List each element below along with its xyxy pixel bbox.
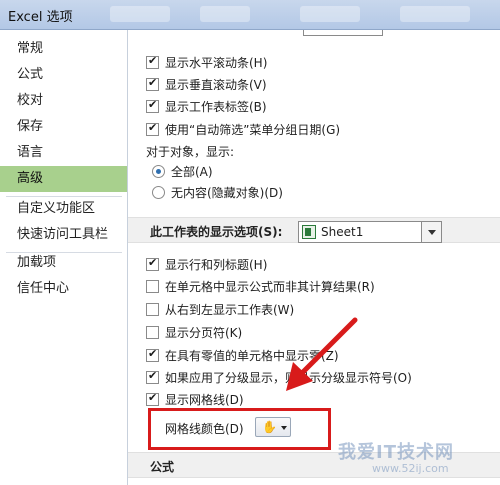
titlebar-blur xyxy=(300,6,360,22)
nav-item-proofing[interactable]: 校对 xyxy=(0,88,127,114)
show-v-scroll-checkbox[interactable] xyxy=(146,76,159,91)
show-formulas-checkbox[interactable] xyxy=(146,279,159,293)
nav-item-general[interactable]: 常规 xyxy=(0,36,127,62)
show-sheet-tabs-label: 显示工作表标签(B) xyxy=(165,99,267,114)
partial-control xyxy=(303,30,383,36)
objects-none-option[interactable]: 无内容(隐藏对象)(D) xyxy=(152,183,283,201)
titlebar-blur xyxy=(110,6,170,22)
show-h-scroll-label: 显示水平滚动条(H) xyxy=(165,55,268,70)
objects-all-option[interactable]: 全部(A) xyxy=(152,162,213,180)
options-content: 显示水平滚动条(H) 显示垂直滚动条(V) 显示工作表标签(B) 使用“自动筛选… xyxy=(128,30,500,485)
show-formulas-label: 在单元格中显示公式而非其计算结果(R) xyxy=(165,279,375,294)
gridline-color-highlight: 网格线颜色(D) ✋ xyxy=(148,408,331,450)
show-h-scroll-option[interactable]: 显示水平滚动条(H) xyxy=(146,53,267,71)
show-page-breaks-label: 显示分页符(K) xyxy=(165,325,243,340)
nav-item-formulas[interactable]: 公式 xyxy=(0,62,127,88)
formulas-section-title: 公式 xyxy=(150,460,175,474)
nav-item-language[interactable]: 语言 xyxy=(0,140,127,166)
show-sheet-tabs-checkbox[interactable] xyxy=(146,98,159,113)
show-gridlines-option[interactable]: 显示网格线(D) xyxy=(146,390,244,408)
window-title: Excel 选项 xyxy=(8,10,73,25)
gridline-color-label: 网格线颜色(D) xyxy=(165,422,244,436)
sheet-options-header: 此工作表的显示选项(S): Sheet1 xyxy=(128,217,500,243)
chevron-down-icon[interactable] xyxy=(421,222,441,242)
nav-item-quick-access[interactable]: 快速访问工具栏 xyxy=(0,222,127,248)
objects-all-radio[interactable] xyxy=(152,164,165,178)
show-page-breaks-checkbox[interactable] xyxy=(146,325,159,339)
sheet-select-value: Sheet1 xyxy=(321,225,364,239)
show-zero-checkbox[interactable] xyxy=(146,347,159,362)
title-bar: Excel 选项 xyxy=(0,0,500,30)
show-v-scroll-label: 显示垂直滚动条(V) xyxy=(165,77,267,92)
right-to-left-label: 从右到左显示工作表(W) xyxy=(165,302,295,317)
show-zero-label: 在具有零值的单元格中显示零(Z) xyxy=(165,348,339,363)
objects-none-radio[interactable] xyxy=(152,185,165,199)
show-headers-label: 显示行和列标题(H) xyxy=(165,257,268,272)
show-gridlines-checkbox[interactable] xyxy=(146,391,159,406)
nav-item-addins[interactable]: 加载项 xyxy=(0,250,127,276)
worksheet-icon xyxy=(302,225,316,239)
group-dates-option[interactable]: 使用“自动筛选”菜单分组日期(G) xyxy=(146,120,340,138)
show-h-scroll-checkbox[interactable] xyxy=(146,54,159,69)
show-headers-option[interactable]: 显示行和列标题(H) xyxy=(146,255,267,273)
group-dates-label: 使用“自动筛选”菜单分组日期(G) xyxy=(165,122,341,137)
objects-all-label: 全部(A) xyxy=(171,164,213,179)
options-nav: 常规 公式 校对 保存 语言 高级 自定义功能区 快速访问工具栏 加载项 信任中… xyxy=(0,30,128,485)
watermark-logo: 我爱IT技术网 xyxy=(338,442,454,463)
objects-none-label: 无内容(隐藏对象)(D) xyxy=(171,185,283,200)
show-headers-checkbox[interactable] xyxy=(146,256,159,271)
right-to-left-checkbox[interactable] xyxy=(146,302,159,316)
nav-item-trust-center[interactable]: 信任中心 xyxy=(0,276,127,302)
nav-item-advanced[interactable]: 高级 xyxy=(0,166,127,192)
right-to-left-option[interactable]: 从右到左显示工作表(W) xyxy=(146,300,294,318)
objects-heading: 对于对象，显示: xyxy=(146,142,234,160)
group-dates-checkbox[interactable] xyxy=(146,121,159,136)
objects-label: 对于对象，显示: xyxy=(146,144,235,159)
show-formulas-option[interactable]: 在单元格中显示公式而非其计算结果(R) xyxy=(146,277,375,295)
chevron-down-icon xyxy=(281,426,287,430)
watermark-url: www.52ij.com xyxy=(372,462,449,475)
titlebar-blur xyxy=(200,6,250,22)
show-outline-label: 如果应用了分级显示，则显示分级显示符号(O) xyxy=(165,370,412,385)
show-v-scroll-option[interactable]: 显示垂直滚动条(V) xyxy=(146,75,267,93)
nav-item-save[interactable]: 保存 xyxy=(0,114,127,140)
sheet-options-title: 此工作表的显示选项(S): xyxy=(150,225,283,239)
paint-bucket-icon: ✋ xyxy=(262,420,277,434)
nav-item-customize-ribbon[interactable]: 自定义功能区 xyxy=(0,196,127,222)
show-sheet-tabs-option[interactable]: 显示工作表标签(B) xyxy=(146,97,267,115)
show-page-breaks-option[interactable]: 显示分页符(K) xyxy=(146,323,242,341)
show-gridlines-label: 显示网格线(D) xyxy=(165,392,244,407)
titlebar-blur xyxy=(400,6,470,22)
show-zero-option[interactable]: 在具有零值的单元格中显示零(Z) xyxy=(146,346,339,364)
show-outline-option[interactable]: 如果应用了分级显示，则显示分级显示符号(O) xyxy=(146,368,412,386)
sheet-select[interactable]: Sheet1 xyxy=(298,221,442,243)
gridline-color-button[interactable]: ✋ xyxy=(255,417,291,437)
show-outline-checkbox[interactable] xyxy=(146,369,159,384)
